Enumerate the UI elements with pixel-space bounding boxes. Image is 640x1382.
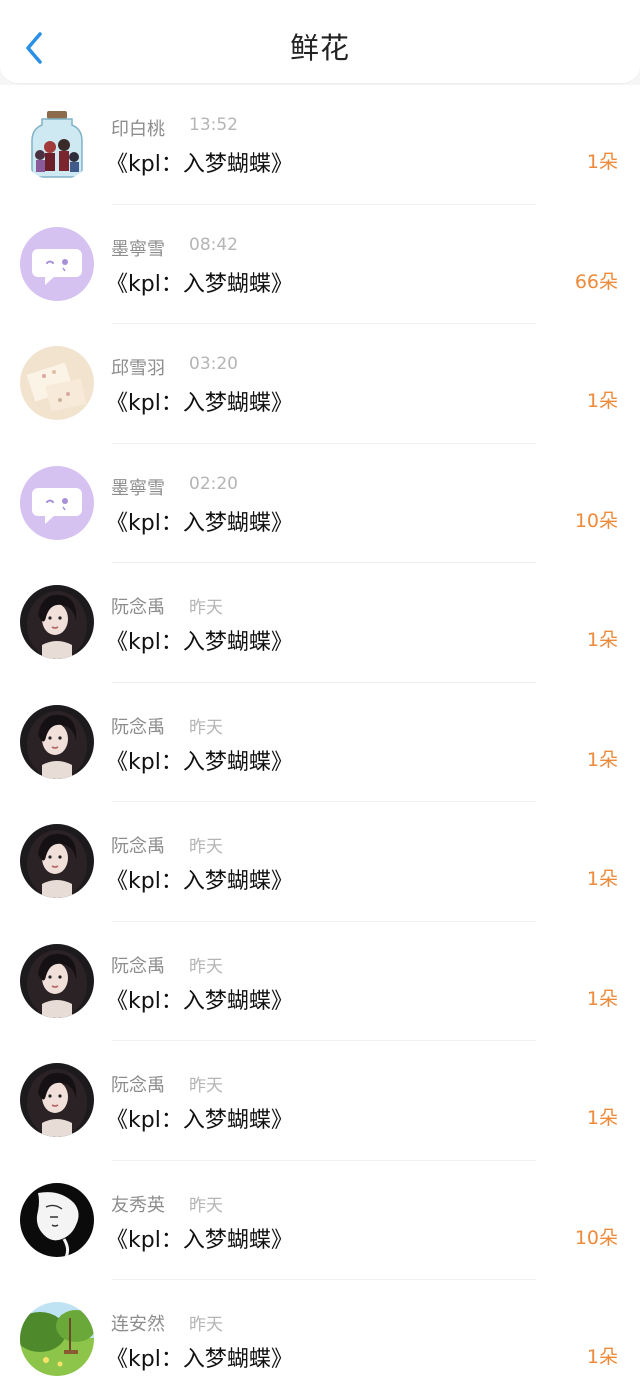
list-item[interactable]: 墨寧雪 08:42 《kpl：入梦蝴蝶》 66朵 xyxy=(0,205,640,324)
timestamp: 昨天 xyxy=(189,1195,223,1216)
list-item[interactable]: 邱雪羽 03:20 《kpl：入梦蝴蝶》 1朵 xyxy=(0,324,640,444)
sender-name: 阮念禹 xyxy=(111,955,165,977)
list-item[interactable]: 阮念禹 昨天 《kpl：入梦蝴蝶》 1朵 xyxy=(0,802,640,922)
flower-list: 印白桃 13:52 《kpl：入梦蝴蝶》 1朵 墨寧雪 08:42 《kpl：入… xyxy=(0,85,640,1382)
flower-count: 1朵 xyxy=(586,748,618,771)
portrait-avatar xyxy=(20,704,94,779)
timestamp: 昨天 xyxy=(189,837,223,857)
list-item[interactable]: 友秀英 昨天 《kpl：入梦蝴蝶》 10朵 xyxy=(0,1161,640,1280)
page-title: 鲜花 xyxy=(289,31,350,65)
book-title: 《kpl：入梦蝴蝶》 xyxy=(106,271,293,297)
flower-count: 66朵 xyxy=(574,270,618,293)
sender-name: 连安然 xyxy=(111,1314,165,1335)
list-item[interactable]: 墨寧雪 02:20 《kpl：入梦蝴蝶》 10朵 xyxy=(0,444,640,563)
portrait-avatar xyxy=(20,943,94,1018)
flower-count: 10朵 xyxy=(574,509,618,532)
timestamp: 昨天 xyxy=(189,956,223,977)
timestamp: 昨天 xyxy=(189,1076,223,1096)
flower-count: 1朵 xyxy=(586,1346,618,1368)
list-item[interactable]: 阮念禹 昨天 《kpl：入梦蝴蝶》 1朵 xyxy=(0,1041,640,1161)
list-item[interactable]: 连安然 昨天 《kpl：入梦蝴蝶》 1朵 xyxy=(0,1280,640,1382)
flower-count: 1朵 xyxy=(586,151,618,173)
sender-name: 阮念禹 xyxy=(111,836,165,857)
flower-count: 1朵 xyxy=(586,1107,618,1129)
sender-name: 墨寧雪 xyxy=(111,477,165,499)
sender-name: 阮念禹 xyxy=(111,1075,165,1096)
flower-count: 1朵 xyxy=(586,390,618,412)
sender-name: 友秀英 xyxy=(111,1194,165,1216)
timestamp: 08:42 xyxy=(189,234,238,255)
flower-count: 1朵 xyxy=(586,629,618,651)
sender-name: 印白桃 xyxy=(111,119,165,140)
list-item[interactable]: 阮念禹 昨天 《kpl：入梦蝴蝶》 1朵 xyxy=(0,563,640,683)
book-title: 《kpl：入梦蝴蝶》 xyxy=(106,988,293,1014)
meadow-avatar xyxy=(20,1302,94,1376)
sender-name: 阮念禹 xyxy=(111,597,165,618)
book-title: 《kpl：入梦蝴蝶》 xyxy=(106,749,293,775)
book-title: 《kpl：入梦蝴蝶》 xyxy=(106,869,293,894)
book-title: 《kpl：入梦蝴蝶》 xyxy=(106,510,293,536)
top-bar: 鲜花 xyxy=(0,0,640,84)
sender-name: 阮念禹 xyxy=(111,716,165,738)
portrait-avatar xyxy=(20,824,94,898)
list-item[interactable]: 阮念禹 昨天 《kpl：入梦蝴蝶》 1朵 xyxy=(0,683,640,802)
jar-avatar xyxy=(20,107,94,181)
list-item[interactable]: 印白桃 13:52 《kpl：入梦蝴蝶》 1朵 xyxy=(0,85,640,205)
sketch-avatar xyxy=(20,1182,94,1257)
paper-avatar xyxy=(20,346,94,420)
sender-name: 邱雪羽 xyxy=(111,358,165,379)
book-title: 《kpl：入梦蝴蝶》 xyxy=(106,630,293,655)
timestamp: 03:20 xyxy=(189,354,238,374)
book-title: 《kpl：入梦蝴蝶》 xyxy=(106,1227,293,1253)
chat-bubble-avatar xyxy=(20,226,94,301)
portrait-avatar xyxy=(20,585,94,659)
timestamp: 昨天 xyxy=(189,717,223,738)
timestamp: 13:52 xyxy=(189,115,238,135)
flower-count: 1朵 xyxy=(586,987,618,1010)
timestamp: 昨天 xyxy=(189,598,223,618)
timestamp: 02:20 xyxy=(189,473,238,494)
timestamp: 昨天 xyxy=(189,1315,223,1335)
chat-bubble-avatar xyxy=(20,465,94,540)
book-title: 《kpl：入梦蝴蝶》 xyxy=(106,391,293,416)
sender-name: 墨寧雪 xyxy=(111,238,165,260)
book-title: 《kpl：入梦蝴蝶》 xyxy=(106,1347,293,1372)
book-title: 《kpl：入梦蝴蝶》 xyxy=(106,152,293,177)
flower-count: 1朵 xyxy=(586,868,618,890)
portrait-avatar xyxy=(20,1063,94,1137)
flower-count: 10朵 xyxy=(574,1226,618,1249)
list-item[interactable]: 阮念禹 昨天 《kpl：入梦蝴蝶》 1朵 xyxy=(0,922,640,1041)
book-title: 《kpl：入梦蝴蝶》 xyxy=(106,1108,293,1133)
